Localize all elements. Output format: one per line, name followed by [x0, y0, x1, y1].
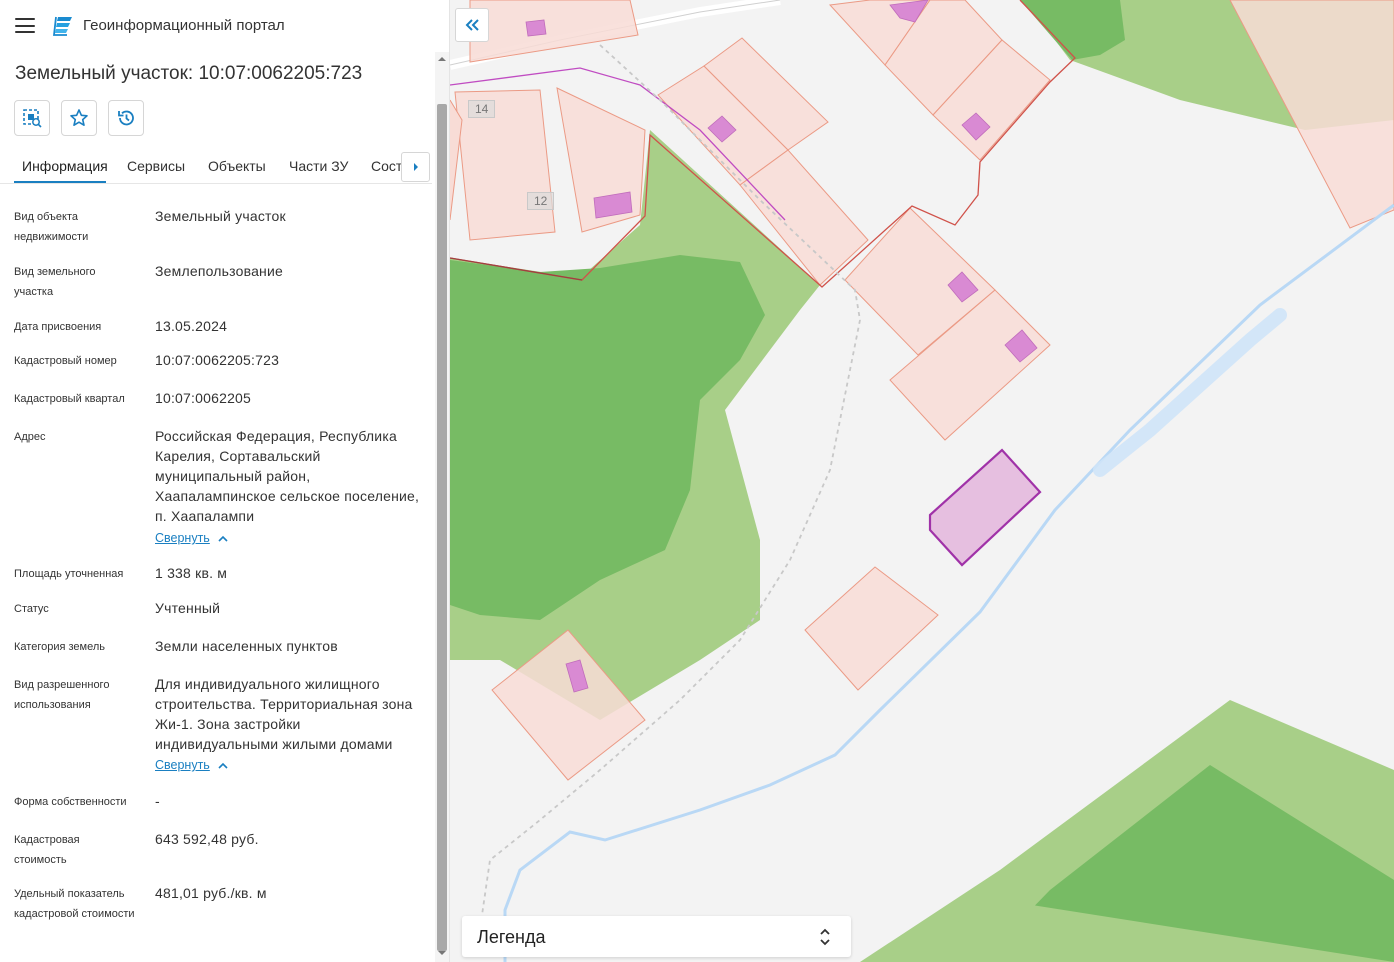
label-cadastral-quarter: Кадастровый квартал: [14, 393, 125, 405]
label-land-type: Вид земельного участка: [14, 266, 96, 298]
value-object-type: Земельный участок: [155, 208, 286, 224]
tab-objects[interactable]: Объекты: [208, 158, 266, 174]
portal-logo-icon: [53, 16, 72, 36]
label-cadastral-number: Кадастровый номер: [14, 355, 117, 367]
legend-label: Легенда: [477, 927, 546, 947]
page-title: Земельный участок: 10:07:0062205:723: [15, 63, 363, 84]
value-permitted-use: Для индивидуального жилищного строительс…: [155, 676, 413, 752]
label-status: Статус: [14, 603, 49, 615]
label-address: Адрес: [14, 431, 46, 443]
star-icon: [70, 109, 88, 126]
address-collapse-label: Свернуть: [155, 531, 210, 545]
label-cadastral-value: Кадастровая стоимость: [14, 834, 80, 866]
value-status: Учтенный: [155, 600, 221, 616]
value-category: Земли населенных пунктов: [155, 638, 338, 654]
label-object-type: Вид объекта недвижимости: [14, 211, 89, 243]
locate-object-icon: [23, 109, 42, 128]
map-canvas[interactable]: [450, 0, 1394, 962]
selected-parcel: [928, 448, 1042, 567]
scroll-up-arrow-icon[interactable]: [435, 56, 449, 66]
scroll-down-arrow-icon[interactable]: [435, 950, 449, 960]
building: [525, 19, 547, 37]
scrollbar-thumb[interactable]: [437, 104, 447, 951]
info-panel: Геоинформационный портал Земельный участ…: [0, 0, 450, 962]
label-category: Категория земель: [14, 641, 105, 653]
label-assign-date: Дата присвоения: [14, 321, 102, 333]
parcel-number-label: 14: [468, 100, 496, 118]
permitted-use-collapse-link[interactable]: Свернуть: [155, 758, 228, 772]
label-ownership: Форма собственности: [14, 796, 127, 808]
tab-services[interactable]: Сервисы: [127, 158, 185, 174]
chevron-up-icon: [218, 762, 228, 769]
parcel-number-label: 12: [527, 192, 555, 210]
value-ownership: -: [155, 793, 160, 809]
panel-scrollbar[interactable]: [435, 52, 449, 962]
map-view[interactable]: 14 12: [450, 0, 1394, 962]
label-permitted-use: Вид разрешенного использования: [14, 679, 110, 711]
value-address: Российская Федерация, Республика Карелия…: [155, 428, 420, 524]
caret-right-icon: [413, 163, 418, 171]
value-cadastral-quarter: 10:07:0062205: [155, 390, 252, 406]
value-assign-date: 13.05.2024: [155, 318, 228, 334]
hamburger-menu-icon[interactable]: [15, 18, 35, 33]
locate-on-map-button[interactable]: [14, 100, 50, 136]
value-cadastral-number: 10:07:0062205:723: [155, 352, 280, 368]
expand-updown-icon[interactable]: [817, 925, 833, 949]
history-button[interactable]: [108, 100, 144, 136]
value-specific-value: 481,01 руб./кв. м: [155, 885, 267, 901]
label-specific-value: Удельный показатель кадастровой стоимост…: [14, 888, 135, 920]
top-bar: Геоинформационный портал: [0, 0, 449, 52]
permitted-use-collapse-label: Свернуть: [155, 758, 210, 772]
label-area: Площадь уточненная: [14, 568, 124, 580]
value-area: 1 338 кв. м: [155, 565, 228, 581]
double-chevron-left-icon: [465, 19, 479, 31]
value-cadastral-value: 643 592,48 руб.: [155, 831, 259, 847]
tabs-scroll-right-button[interactable]: [401, 152, 430, 182]
active-tab-indicator: [14, 181, 106, 183]
history-icon: [118, 110, 134, 126]
value-land-type: Землепользование: [155, 263, 283, 279]
chevron-up-icon: [218, 535, 228, 542]
collapse-panel-button[interactable]: [455, 8, 489, 42]
favorite-button[interactable]: [61, 100, 97, 136]
land-parcel: [469, 0, 639, 63]
tab-parcel-parts[interactable]: Части ЗУ: [289, 158, 348, 174]
legend-panel[interactable]: Легенда: [462, 916, 851, 957]
tab-information[interactable]: Информация: [22, 158, 108, 174]
address-collapse-link[interactable]: Свернуть: [155, 531, 228, 545]
tab-bar: Информация Сервисы Объекты Части ЗУ Сост…: [0, 148, 432, 184]
app-title: Геоинформационный портал: [83, 17, 285, 34]
